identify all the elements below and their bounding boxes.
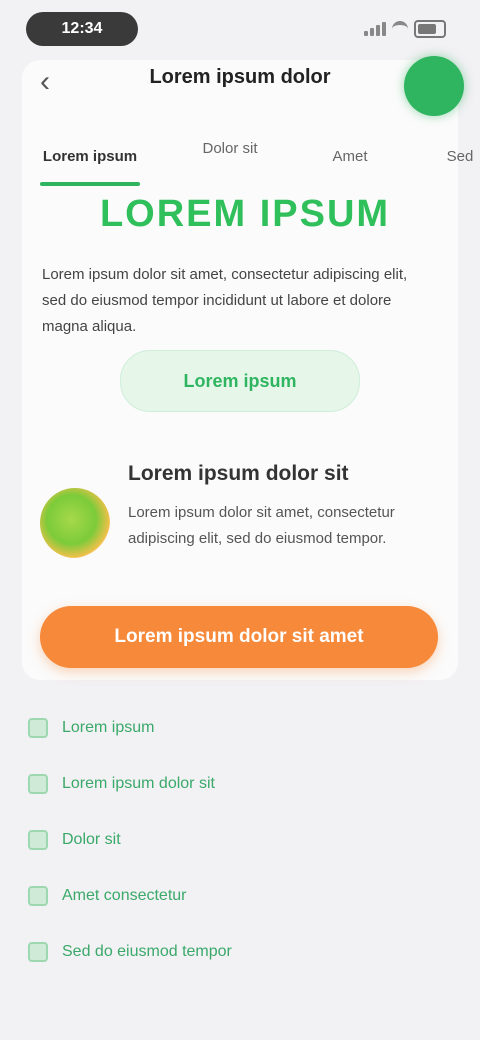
tab-3[interactable]: Amet — [310, 148, 390, 165]
link-item-3[interactable]: Dolor sit — [28, 820, 458, 860]
tab-4[interactable]: Sed — [430, 148, 480, 165]
link-item-4[interactable]: Amet consectetur — [28, 876, 458, 916]
tab-2[interactable]: Dolor sit — [180, 140, 280, 157]
hero-pill-button[interactable]: Lorem ipsum — [120, 350, 360, 412]
link-item-1[interactable]: Lorem ipsum — [28, 708, 458, 748]
avatar[interactable] — [404, 56, 464, 116]
back-arrow-icon[interactable]: ‹ — [40, 67, 64, 97]
link-label: Amet consectetur — [62, 887, 187, 904]
link-label: Sed do eiusmod tempor — [62, 943, 232, 960]
link-label: Lorem ipsum — [62, 719, 155, 736]
link-label: Lorem ipsum dolor sit — [62, 775, 215, 792]
link-icon — [28, 830, 48, 850]
signal-icon — [364, 22, 386, 36]
promo-text: Lorem ipsum dolor sit amet, consectetur … — [128, 504, 395, 547]
link-icon — [28, 718, 48, 738]
link-icon — [28, 942, 48, 962]
link-icon — [28, 886, 48, 906]
status-time: 12:34 — [26, 12, 138, 46]
battery-icon — [414, 20, 446, 38]
link-icon — [28, 774, 48, 794]
status-bar: 12:34 — [0, 0, 480, 60]
link-item-5[interactable]: Sed do eiusmod tempor — [28, 932, 458, 972]
link-label: Dolor sit — [62, 831, 121, 848]
primary-cta-button[interactable]: Lorem ipsum dolor sit amet — [40, 606, 438, 668]
tab-1[interactable]: Lorem ipsum — [30, 148, 150, 165]
promo-title: Lorem ipsum dolor sit — [128, 462, 349, 485]
hero-headline: LOREM IPSUM — [99, 192, 391, 235]
wifi-icon — [392, 21, 408, 37]
page-title: Lorem ipsum dolor — [149, 66, 331, 88]
hero-body-text: Lorem ipsum dolor sit amet, consectetur … — [42, 266, 408, 335]
link-item-2[interactable]: Lorem ipsum dolor sit — [28, 764, 458, 804]
promo-badge-icon — [40, 488, 110, 558]
status-icons — [364, 20, 446, 38]
